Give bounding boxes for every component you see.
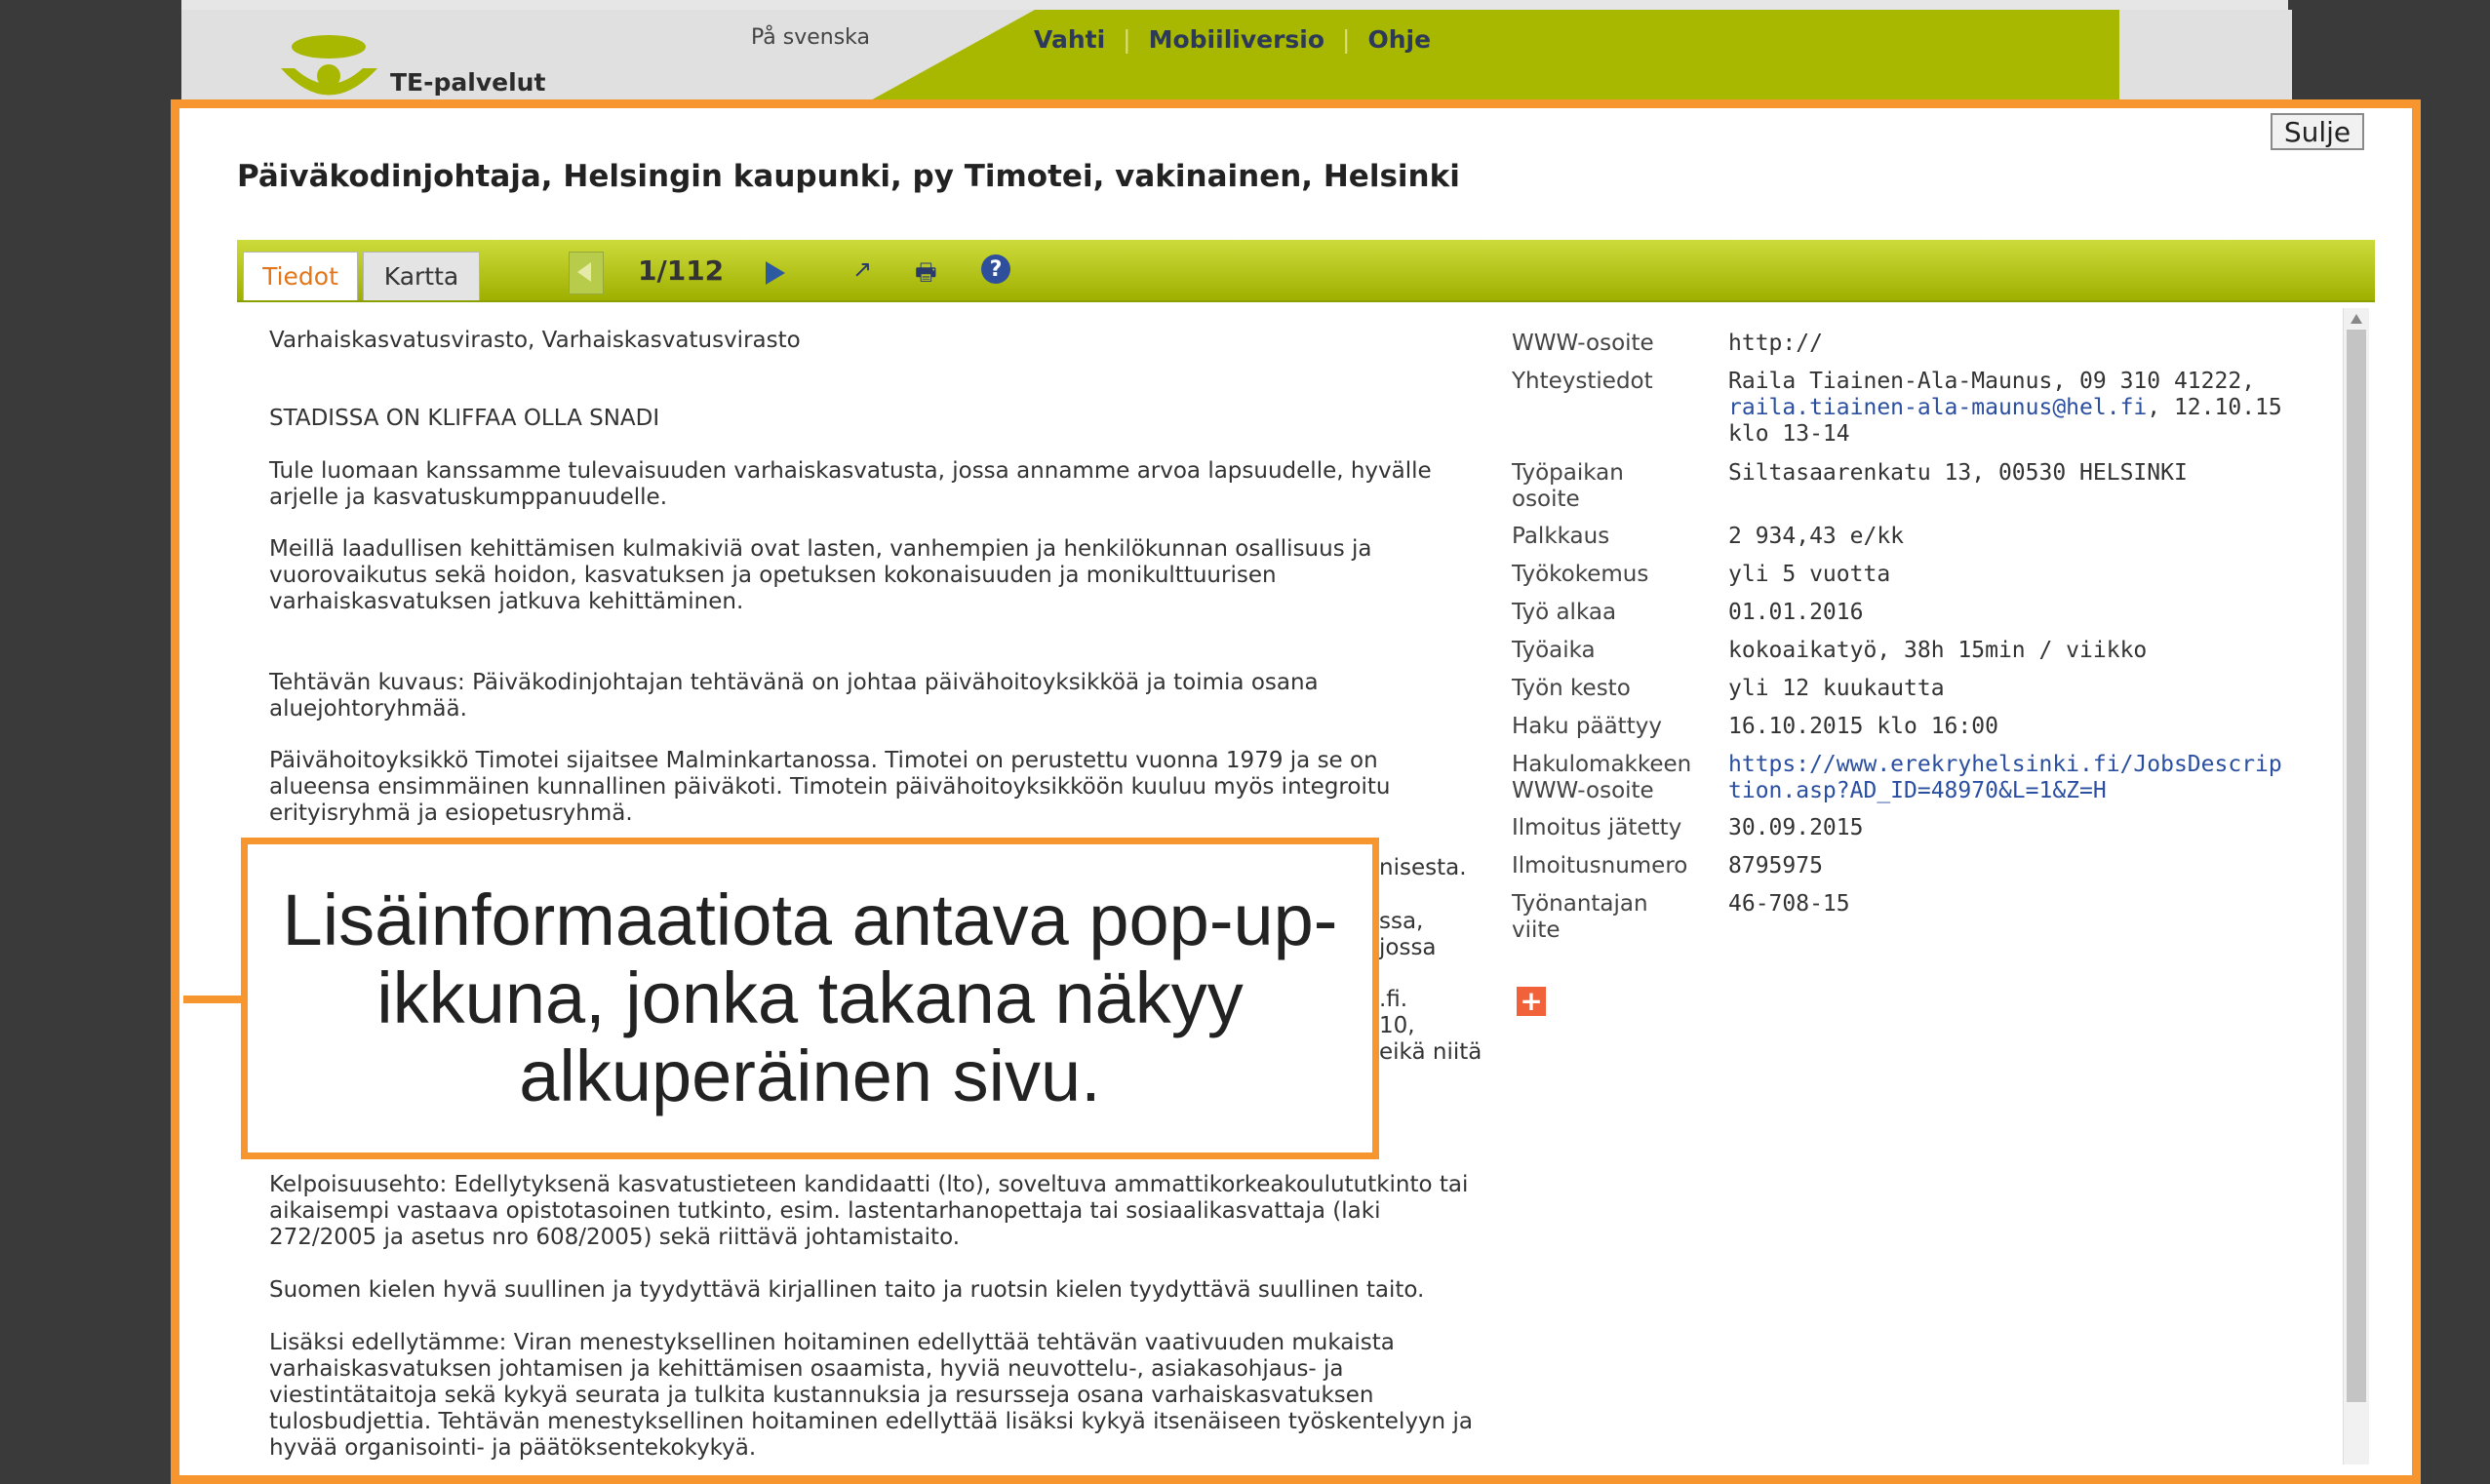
label-contact: Yhteystiedot [1512,369,1653,394]
value-contact: Raila Tiainen-Ala-Maunus, 09 310 41222, … [1728,369,2294,448]
label-hours: Työaika [1512,638,1596,663]
content-scrollbar[interactable] [2343,308,2369,1464]
paragraph-3: Tehtävän kuvaus: Päiväkodinjohtajan teht… [269,670,1319,722]
te-palvelut-logo-icon [281,35,377,96]
value-hours: kokoaikatyö, 38h 15min / viikko [1728,638,2148,663]
nav-separator: | [1123,25,1131,54]
paragraph-2: Meillä laadullisen kehittämisen kulmakiv… [269,536,1372,614]
print-icon[interactable]: 🖶 [915,255,937,295]
help-icon[interactable]: ? [981,254,1010,284]
headline-text: STADISSA ON KLIFFAA OLLA SNADI [269,406,660,431]
scroll-thumb[interactable] [2347,330,2366,1402]
contact-name: Raila Tiainen-Ala-Maunus, 09 310 41222, [1728,369,2256,394]
language-link[interactable]: På svenska [751,25,870,50]
form-link[interactable]: https://www.erekryhelsinki.fi/JobsDescri… [1728,752,2294,804]
value-www: http:// [1728,331,1823,356]
paragraph-6: Suomen kielen hyvä suullinen ja tyydyttä… [269,1277,1425,1303]
tab-kartta[interactable]: Kartta [363,252,480,300]
tab-tiedot[interactable]: Tiedot [243,252,358,300]
contact-email-link[interactable]: raila.tiainen-ala-maunus@hel.fi [1728,395,2147,420]
value-reference: 46-708-15 [1728,891,1850,917]
paragraph-1: Tule luomaan kanssamme tulevaisuuden var… [269,458,1432,510]
label-start: Työ alkaa [1512,600,1617,625]
nav-mobiiliversio[interactable]: Mobiiliversio [1149,25,1324,54]
label-reference: Työnantajan viite [1512,891,1648,943]
value-posted: 30.09.2015 [1728,815,1864,840]
label-experience: Työkokemus [1512,562,1649,587]
paragraph-7: Lisäksi edellytämme: Viran menestykselli… [269,1330,1473,1461]
fragment-text: eikä niitä [1379,1039,1482,1065]
nav-ohje[interactable]: Ohje [1367,25,1431,54]
header-green-band [858,10,2119,107]
top-navigation: Vahti | Mobiiliversio | Ohje [1034,25,1431,54]
value-start: 01.01.2016 [1728,600,1864,625]
job-title: Päiväkodinjohtaja, Helsingin kaupunki, p… [237,159,1460,194]
previous-icon[interactable] [569,252,604,294]
value-salary: 2 934,43 e/kk [1728,524,1905,549]
label-deadline: Haku päättyy [1512,714,1662,739]
label-www: WWW-osoite [1512,331,1654,356]
value-number: 8795975 [1728,853,1823,879]
label-posted: Ilmoitus jätetty [1512,815,1682,840]
label-salary: Palkkaus [1512,524,1610,549]
logo-text[interactable]: TE-palvelut [390,68,545,97]
result-counter: 1/112 [638,254,725,287]
annotation-callout: Lisäinformaatiota antava pop-up-ikkuna, … [241,838,1379,1159]
label-workplace: Työpaikan osoite [1512,460,1624,512]
add-share-icon[interactable]: + [1517,987,1546,1016]
external-link-icon[interactable]: ↗ [852,255,872,283]
paragraph-5: Kelpoisuusehto: Edellytyksenä kasvatusti… [269,1172,1469,1250]
label-number: Ilmoitusnumero [1512,853,1688,879]
nav-separator: | [1342,25,1351,54]
label-form: Hakulomakkeen WWW-osoite [1512,752,1692,803]
value-workplace: Siltasaarenkatu 13, 00530 HELSINKI [1728,460,2188,486]
paragraph-4: Päivähoitoyksikkö Timotei sijaitsee Malm… [269,748,1391,826]
detail-toolbar [237,240,2375,302]
next-icon[interactable] [766,261,785,285]
fragment-text: .fi. [1379,987,1408,1012]
fragment-text: 10, [1379,1013,1415,1038]
nav-vahti[interactable]: Vahti [1034,25,1105,54]
fragment-text: ssa, jossa [1379,909,1437,960]
callout-connector [183,996,244,1003]
close-button[interactable]: Sulje [2271,113,2364,150]
fragment-text: nisesta. [1379,855,1467,880]
value-experience: yli 5 vuotta [1728,562,1891,587]
value-duration: yli 12 kuukautta [1728,676,1945,701]
scroll-up-icon[interactable] [2351,314,2362,324]
value-deadline: 16.10.2015 klo 16:00 [1728,714,1998,739]
label-duration: Työn kesto [1512,676,1631,701]
employer-text: Varhaiskasvatusvirasto, Varhaiskasvatusv… [269,328,801,353]
